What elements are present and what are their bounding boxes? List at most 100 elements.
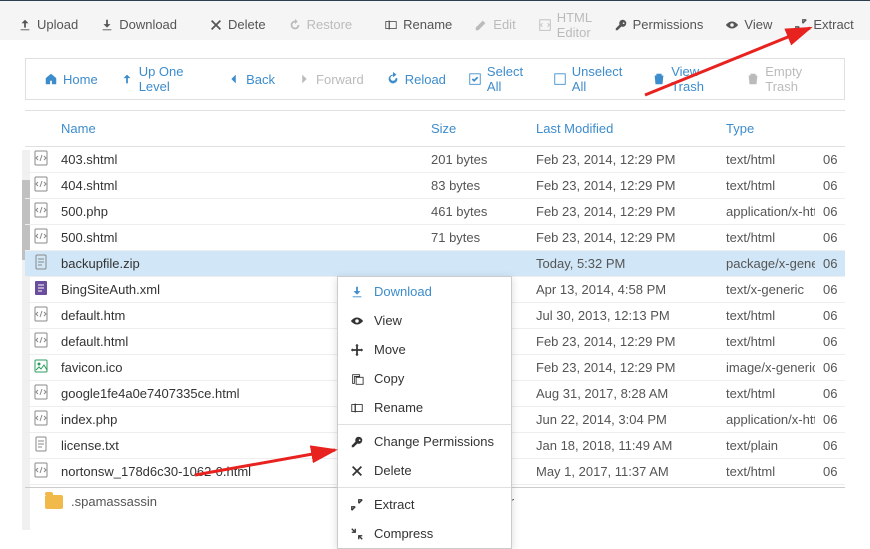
unselect-all-button[interactable]: Unselect All — [543, 58, 638, 100]
ctx-download-label: Download — [374, 284, 432, 299]
col-name[interactable]: Name — [53, 111, 423, 146]
forward-button[interactable]: Forward — [287, 66, 374, 93]
table-row[interactable]: 500.php461 bytesFeb 23, 2014, 12:29 PMap… — [25, 199, 845, 225]
upload-icon — [18, 18, 32, 32]
file-icon — [25, 224, 53, 251]
select-all-label: Select All — [487, 64, 531, 94]
view-trash-button[interactable]: View Trash — [642, 58, 734, 100]
file-modified: Jul 30, 2013, 12:13 PM — [528, 304, 718, 327]
file-type: text/html — [718, 382, 815, 405]
file-perms: 06 — [815, 434, 845, 457]
col-icon — [25, 111, 53, 146]
empty-trash-button[interactable]: Empty Trash — [736, 58, 836, 100]
upload-button[interactable]: Upload — [8, 11, 88, 38]
html-editor-button[interactable]: HTML Editor — [528, 4, 602, 46]
html-editor-label: HTML Editor — [557, 10, 592, 40]
ctx-download[interactable]: Download — [338, 277, 511, 306]
file-modified: Jun 22, 2014, 3:04 PM — [528, 408, 718, 431]
ctx-copy-label: Copy — [374, 371, 404, 386]
permissions-button[interactable]: Permissions — [604, 11, 714, 38]
table-row[interactable]: 500.shtml71 bytesFeb 23, 2014, 12:29 PMt… — [25, 225, 845, 251]
file-modified: Feb 23, 2014, 12:29 PM — [528, 174, 718, 197]
forward-label: Forward — [316, 72, 364, 87]
file-icon — [25, 458, 53, 485]
download-icon — [350, 285, 364, 299]
file-icon — [25, 146, 53, 173]
folder-left-label: .spamassassin — [71, 494, 157, 509]
table-row[interactable]: 403.shtml201 bytesFeb 23, 2014, 12:29 PM… — [25, 147, 845, 173]
file-name: backupfile.zip — [53, 252, 423, 275]
file-icon — [25, 354, 53, 381]
reload-icon — [386, 72, 400, 86]
ctx-copy[interactable]: Copy — [338, 364, 511, 393]
extract-label: Extract — [813, 17, 853, 32]
forward-icon — [297, 72, 311, 86]
reload-button[interactable]: Reload — [376, 66, 456, 93]
empty-trash-label: Empty Trash — [765, 64, 826, 94]
download-icon — [100, 18, 114, 32]
restore-icon — [288, 18, 302, 32]
ctx-view-label: View — [374, 313, 402, 328]
col-perms — [815, 111, 845, 146]
divider — [338, 424, 511, 425]
home-button[interactable]: Home — [34, 66, 108, 93]
context-menu: Download View Move Copy Rename Change Pe… — [337, 276, 512, 549]
file-modified: May 1, 2017, 11:37 AM — [528, 460, 718, 483]
ctx-move-label: Move — [374, 342, 406, 357]
permissions-icon — [614, 18, 628, 32]
home-label: Home — [63, 72, 98, 87]
extract-icon — [350, 498, 364, 512]
file-size — [423, 260, 528, 268]
download-label: Download — [119, 17, 177, 32]
file-type: application/x-httpd-php — [718, 408, 815, 431]
download-button[interactable]: Download — [90, 11, 187, 38]
select-all-button[interactable]: Select All — [458, 58, 541, 100]
delete-button[interactable]: Delete — [199, 11, 276, 38]
ctx-extract[interactable]: Extract — [338, 490, 511, 519]
divider — [338, 487, 511, 488]
edit-icon — [474, 18, 488, 32]
file-modified: Today, 5:32 PM — [528, 252, 718, 275]
reload-label: Reload — [405, 72, 446, 87]
ctx-change-permissions[interactable]: Change Permissions — [338, 427, 511, 456]
extract-button[interactable]: Extract — [784, 11, 863, 38]
table-row[interactable]: 404.shtml83 bytesFeb 23, 2014, 12:29 PMt… — [25, 173, 845, 199]
col-size[interactable]: Size — [423, 111, 528, 146]
ctx-view[interactable]: View — [338, 306, 511, 335]
file-modified: Feb 23, 2014, 12:29 PM — [528, 148, 718, 171]
navigation-toolbar: Home Up One Level Back Forward Reload Se… — [25, 58, 845, 100]
view-button[interactable]: View — [715, 11, 782, 38]
file-icon — [25, 380, 53, 407]
col-type[interactable]: Type — [718, 111, 815, 146]
delete-label: Delete — [228, 17, 266, 32]
table-header: Name Size Last Modified Type — [25, 111, 845, 147]
file-modified: Feb 23, 2014, 12:29 PM — [528, 200, 718, 223]
rename-button[interactable]: Rename — [374, 11, 462, 38]
file-name: 403.shtml — [53, 148, 423, 171]
file-modified: Jan 18, 2018, 11:49 AM — [528, 434, 718, 457]
file-name: 500.shtml — [53, 226, 423, 249]
table-row[interactable]: backupfile.zip Today, 5:32 PMpackage/x-ge… — [25, 251, 845, 277]
file-icon — [25, 276, 53, 303]
restore-button[interactable]: Restore — [278, 11, 363, 38]
file-icon — [25, 250, 53, 277]
edit-button[interactable]: Edit — [464, 11, 525, 38]
ctx-delete[interactable]: Delete — [338, 456, 511, 485]
file-type: text/html — [718, 460, 815, 483]
file-perms: 06 — [815, 148, 845, 171]
file-type: text/x-generic — [718, 278, 815, 301]
file-modified: Feb 23, 2014, 12:29 PM — [528, 226, 718, 249]
ctx-move[interactable]: Move — [338, 335, 511, 364]
up-one-level-button[interactable]: Up One Level — [110, 58, 215, 100]
file-type: text/html — [718, 226, 815, 249]
select-all-icon — [468, 72, 482, 86]
file-perms: 06 — [815, 304, 845, 327]
file-type: package/x-generic — [718, 252, 815, 275]
back-button[interactable]: Back — [217, 66, 285, 93]
col-modified[interactable]: Last Modified — [528, 111, 718, 146]
file-perms: 06 — [815, 356, 845, 379]
file-perms: 06 — [815, 200, 845, 223]
move-icon — [350, 343, 364, 357]
ctx-compress[interactable]: Compress — [338, 519, 511, 548]
ctx-rename[interactable]: Rename — [338, 393, 511, 422]
